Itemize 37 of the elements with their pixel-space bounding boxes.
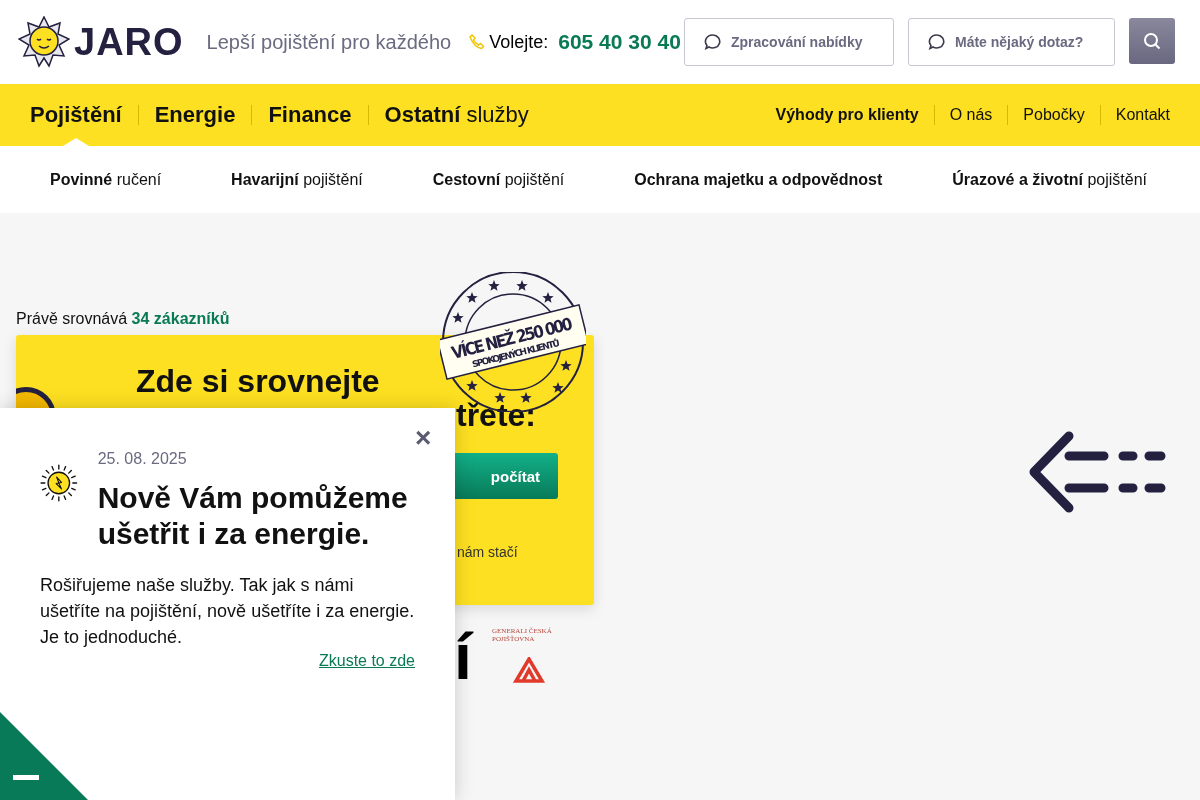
minus-icon bbox=[13, 775, 39, 780]
nav-link[interactable]: Výhody pro klienty bbox=[775, 106, 919, 124]
nav-link[interactable]: O nás bbox=[949, 106, 993, 124]
popup-date: 25. 08. 2025 bbox=[97, 450, 188, 468]
logo-fragment: í bbox=[454, 625, 472, 689]
arrow-left-icon bbox=[1029, 431, 1167, 513]
sub-nav-link[interactable]: Úrazové a životní pojištění bbox=[952, 170, 1147, 189]
phone-link[interactable]: 605 40 30 40 bbox=[558, 30, 681, 54]
main-nav-tab[interactable]: Finance bbox=[268, 84, 352, 146]
main-nav-tab[interactable]: Energie bbox=[154, 84, 236, 146]
main-nav-tab[interactable]: Ostatní služby bbox=[384, 84, 529, 146]
sub-nav-link[interactable]: Cestovní pojištění bbox=[432, 170, 565, 189]
nav-link[interactable]: Kontakt bbox=[1115, 106, 1170, 124]
nav-link[interactable]: Pobočky bbox=[1023, 106, 1085, 124]
sub-nav-link[interactable]: Ochrana majetku a odpovědnost bbox=[634, 170, 883, 189]
customer-counter: Právě srovnává 34 zákazníků bbox=[16, 310, 230, 328]
logo-text[interactable]: JARO bbox=[74, 20, 184, 64]
chat-bubble-icon bbox=[704, 33, 722, 51]
chat-bubble-icon bbox=[928, 33, 946, 51]
popup-title: Nově Vám pomůžeme ušetřit i za energie. bbox=[97, 480, 409, 552]
close-button[interactable]: × bbox=[415, 424, 432, 452]
search-button[interactable] bbox=[1129, 18, 1175, 64]
sun-logo-icon bbox=[18, 16, 70, 68]
hero-title: Zde si srovnejte bbox=[136, 363, 380, 400]
sub-nav-link[interactable]: Povinné ručení bbox=[50, 170, 162, 189]
popup-body: Rošiřujeme naše služby. Tak jak s námi ušetříte na pojištění, nově ušetříte i za energie. Je to jednoduché. bbox=[40, 574, 415, 649]
header-button[interactable]: Zpracování nabídky bbox=[684, 18, 894, 66]
phone-icon bbox=[469, 34, 486, 50]
triangle-logo-icon bbox=[512, 657, 546, 685]
main-nav-tab[interactable]: Pojištění bbox=[30, 84, 122, 146]
tagline: Lepší pojištění pro každého bbox=[206, 30, 452, 54]
search-icon bbox=[1143, 32, 1161, 50]
sub-nav-link[interactable]: Havarijní pojištění bbox=[231, 170, 363, 189]
try-it-link[interactable]: Zkuste to zde bbox=[318, 652, 415, 669]
hero-note-fragment: nám stačí bbox=[457, 544, 518, 560]
header-button[interactable]: Máte nějaký dotaz? bbox=[908, 18, 1115, 66]
phone-label: Volejte: bbox=[489, 31, 549, 53]
